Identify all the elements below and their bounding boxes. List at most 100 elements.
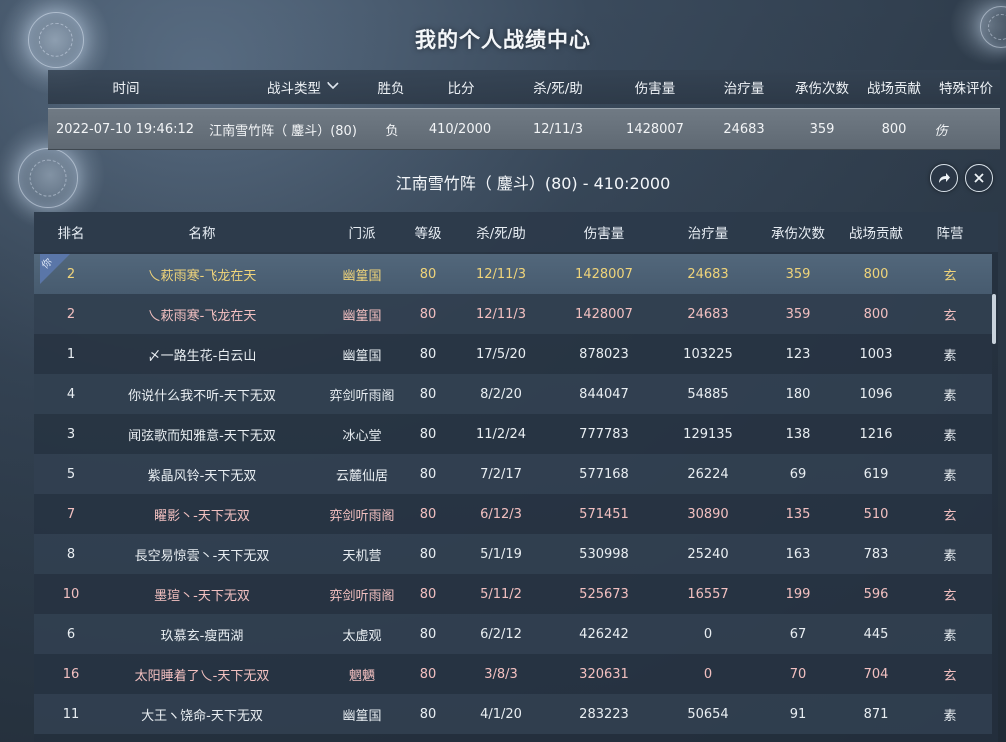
header-battle-type[interactable]: 战斗类型 (248, 70, 358, 104)
cell-level: 80 (419, 266, 437, 282)
cell-rank: 6 (66, 626, 76, 642)
cell-camp: 玄 (943, 508, 957, 524)
summary-kda: 12/11/3 (532, 121, 584, 137)
cell-name: 墨瑄丶-天下无双 (154, 588, 250, 604)
col-kda: 杀/死/助 (476, 226, 526, 242)
cell-heal: 54885 (687, 386, 729, 402)
cell-hits-taken: 163 (785, 546, 811, 562)
summary-record-row[interactable]: 2022-07-10 19:46:12 江南雪竹阵（ 鏖斗）(80) 负 410… (48, 108, 1000, 150)
cell-rank: 16 (62, 666, 80, 682)
header-kda: 杀/死/助 (533, 81, 583, 97)
cell-heal: 25240 (687, 546, 729, 562)
table-row-self[interactable]: 你 2 乀萩雨寒-飞龙在天 幽篁国 80 12/11/3 1428007 24683 359 80… (34, 254, 992, 294)
cell-rank: 5 (66, 466, 76, 482)
cell-camp: 素 (943, 428, 957, 444)
table-row[interactable]: 4 你说什么我不听-天下无双 弈剑听雨阁 80 8/2/20 844047 54885 180… (34, 374, 992, 414)
header-contribution: 战场贡献 (867, 81, 921, 97)
cell-damage: 525673 (579, 586, 629, 602)
cell-school: 冰心堂 (342, 428, 382, 444)
table-row[interactable]: 8 長空易惊雲丶-天下无双 天机营 80 5/1/19 530998 25240 163 783… (34, 534, 992, 574)
cell-kda: 6/12/3 (480, 506, 522, 522)
cell-school: 幽篁国 (342, 708, 382, 724)
header-damage: 伤害量 (634, 81, 676, 97)
cell-rank: 10 (62, 586, 80, 602)
cell-damage: 426242 (579, 626, 629, 642)
cell-kda: 8/2/20 (480, 386, 522, 402)
summary-special-eval: 伤 (934, 123, 948, 139)
cell-school: 幽篁国 (342, 308, 382, 324)
cell-contribution: 445 (863, 626, 889, 642)
cell-damage: 283223 (579, 706, 629, 722)
cell-hits-taken: 199 (785, 586, 811, 602)
col-contribution: 战场贡献 (849, 226, 903, 242)
cell-hits-taken: 138 (785, 426, 811, 442)
table-row[interactable]: 5 紫晶风铃-天下无双 云麓仙居 80 7/2/17 577168 26224 69 619 素 (34, 454, 992, 494)
player-stats-table: 排名 名称 门派 等级 杀/死/助 伤害量 治疗量 承伤次数 战场贡献 阵营 你… (34, 212, 998, 742)
cell-contribution: 510 (863, 506, 889, 522)
summary-battle-type: 江南雪竹阵（ 鏖斗）(80) (209, 123, 357, 139)
cell-heal: 103225 (683, 346, 733, 362)
cell-name: 乀萩雨寒-飞龙在天 (147, 268, 257, 284)
summary-contribution: 800 (881, 121, 907, 137)
col-camp: 阵营 (936, 226, 964, 242)
cell-name: 太阳睡着了乀-天下无双 (134, 668, 270, 684)
cell-hits-taken: 135 (785, 506, 811, 522)
window-title: 我的个人战绩中心 (415, 28, 591, 52)
cell-damage: 844047 (579, 386, 629, 402)
close-icon (974, 173, 984, 183)
close-button[interactable] (965, 164, 993, 192)
cell-school: 弈剑听雨阁 (329, 388, 395, 404)
cell-school: 弈剑听雨阁 (329, 588, 395, 604)
summary-damage: 1428007 (626, 121, 684, 137)
cell-damage: 1428007 (575, 306, 633, 322)
header-special: 特殊评价 (939, 81, 993, 97)
cell-damage: 878023 (579, 346, 629, 362)
cell-camp: 素 (943, 468, 957, 484)
header-score: 比分 (447, 81, 475, 97)
cell-contribution: 704 (863, 666, 889, 682)
cell-kda: 4/1/20 (480, 706, 522, 722)
cell-level: 80 (419, 546, 437, 562)
share-button[interactable] (930, 164, 958, 192)
table-row[interactable]: 3 闻弦歌而知雅意-天下无双 冰心堂 80 11/2/24 777783 129135 138… (34, 414, 992, 454)
cell-contribution: 783 (863, 546, 889, 562)
cell-heal: 129135 (683, 426, 733, 442)
cell-heal: 24683 (687, 306, 729, 322)
cell-camp: 素 (943, 388, 957, 404)
cell-level: 80 (419, 306, 437, 322)
table-row[interactable]: 6 玖慕玄-瘦西湖 太虚观 80 6/2/12 426242 0 67 445 素 (34, 614, 992, 654)
cell-name: 紫晶风铃-天下无双 (147, 468, 257, 484)
cell-rank: 11 (62, 706, 80, 722)
cell-heal: 16557 (687, 586, 729, 602)
table-row[interactable]: 2 乀萩雨寒-飞龙在天 幽篁国 80 12/11/3 1428007 24683 359 800… (34, 294, 992, 334)
col-rank: 排名 (57, 226, 85, 242)
cell-damage: 571451 (579, 506, 629, 522)
cell-hits-taken: 70 (789, 666, 807, 682)
header-battle-type-label: 战斗类型 (267, 81, 321, 97)
cell-hits-taken: 123 (785, 346, 811, 362)
cell-camp: 玄 (943, 308, 957, 324)
cell-rank: 2 (66, 266, 76, 282)
cell-camp: 玄 (943, 668, 957, 684)
cell-heal: 0 (703, 666, 713, 682)
cell-contribution: 1003 (859, 346, 893, 362)
cell-heal: 26224 (687, 466, 729, 482)
table-row[interactable]: 10 墨瑄丶-天下无双 弈剑听雨阁 80 5/11/2 525673 16557 199 596… (34, 574, 992, 614)
header-result: 胜负 (377, 81, 405, 97)
table-row[interactable]: 16 太阳睡着了乀-天下无双 魍魉 80 3/8/3 320631 0 70 704 玄 (34, 654, 992, 694)
cell-kda: 5/1/19 (480, 546, 522, 562)
cell-heal: 50654 (687, 706, 729, 722)
cell-school: 幽篁国 (342, 348, 382, 364)
cell-level: 80 (419, 666, 437, 682)
cell-name: 大王ヽ饶命-天下无双 (141, 708, 263, 724)
table-scrollbar[interactable] (992, 294, 996, 344)
cell-camp: 素 (943, 628, 957, 644)
table-row[interactable]: 7 矅影丶-天下无双 弈剑听雨阁 80 6/12/3 571451 30890 135 510 玄 (34, 494, 992, 534)
cell-kda: 11/2/24 (475, 426, 527, 442)
table-row[interactable]: 11 大王ヽ饶命-天下无双 幽篁国 80 4/1/20 283223 50654 91 871 素 (34, 694, 992, 734)
cell-school: 魍魉 (348, 668, 375, 684)
table-row[interactable]: 1 〆一路生花-白云山 幽篁国 80 17/5/20 878023 103225 123 100… (34, 334, 992, 374)
summary-result: 负 (385, 123, 399, 139)
chevron-down-icon[interactable] (327, 82, 339, 90)
cell-contribution: 596 (863, 586, 889, 602)
